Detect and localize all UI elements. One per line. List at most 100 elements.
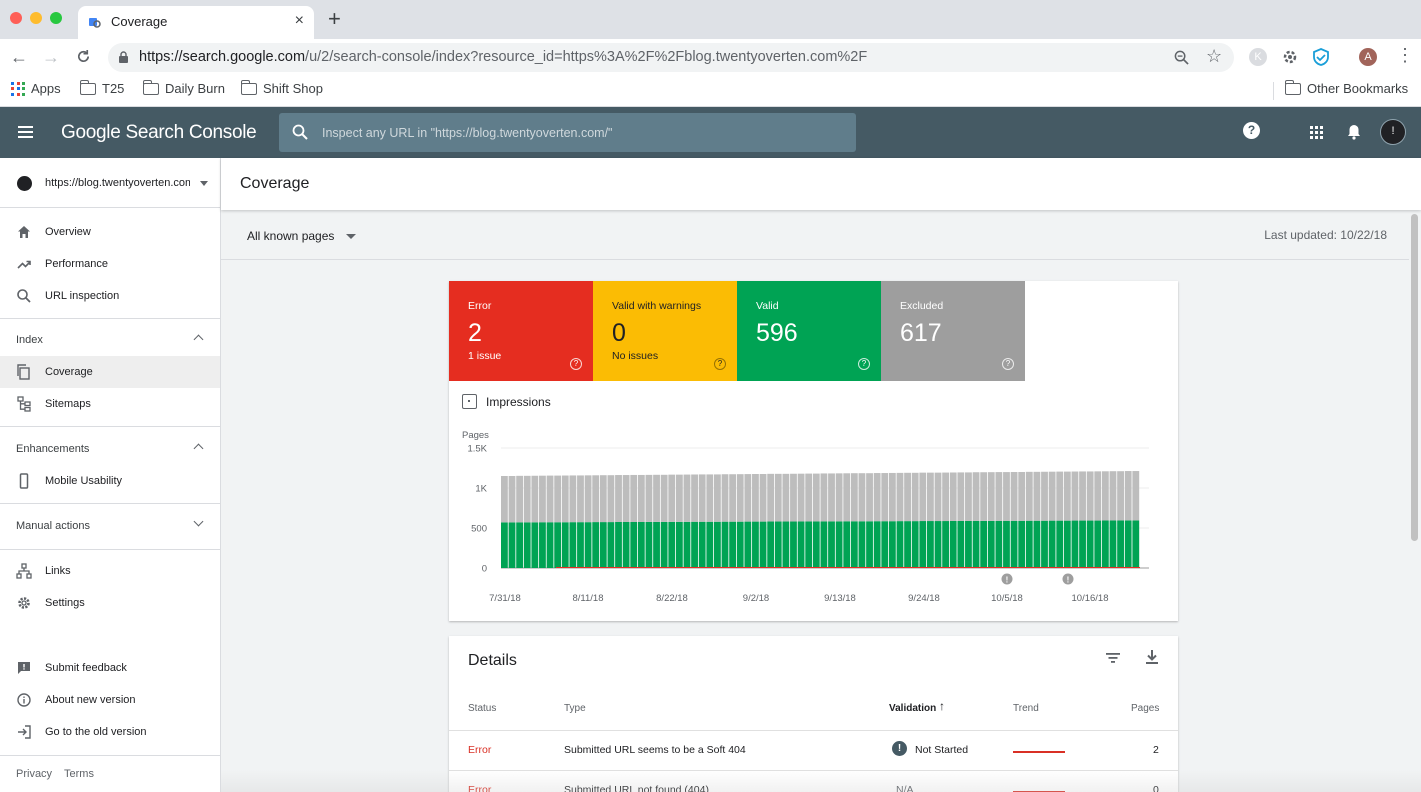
profile-avatar[interactable]: A — [1359, 48, 1377, 66]
bookmark-daily-burn[interactable]: Daily Burn — [142, 79, 225, 96]
url-inspect-search[interactable] — [279, 113, 856, 152]
bar-valid — [1124, 520, 1132, 568]
bar-excluded — [942, 472, 950, 522]
new-tab-button[interactable]: + — [328, 8, 341, 30]
reload-icon[interactable] — [76, 49, 91, 64]
sidebar-item-settings[interactable]: Settings — [0, 587, 220, 619]
tile-valid[interactable]: Valid 596 ? — [737, 281, 881, 381]
bar-valid — [622, 522, 630, 568]
back-icon[interactable]: ← — [10, 47, 28, 67]
column-header-pages[interactable]: Pages — [1131, 703, 1159, 714]
scrollbar-thumb[interactable] — [1411, 214, 1418, 541]
privacy-link[interactable]: Privacy — [16, 768, 52, 780]
zoom-icon[interactable] — [1174, 50, 1189, 65]
bar-valid — [987, 520, 995, 568]
bar-excluded — [691, 474, 698, 522]
sidebar-item-sitemaps[interactable]: Sitemaps — [0, 388, 220, 420]
divider — [0, 549, 220, 550]
window-minimize-button[interactable] — [30, 12, 42, 24]
trending-up-icon — [17, 260, 31, 269]
url-inspect-input[interactable] — [322, 113, 842, 152]
table-row[interactable]: Error Submitted URL seems to be a Soft 4… — [449, 730, 1178, 770]
browser-tab[interactable]: Coverage × — [78, 6, 314, 39]
browser-toolbar: ← → https://search.google.com/u/2/search… — [0, 39, 1421, 76]
sort-arrow-up-icon[interactable]: ↑ — [939, 699, 945, 713]
impressions-toggle[interactable]: Impressions — [462, 394, 551, 409]
help-icon[interactable]: ? — [1243, 122, 1260, 139]
menu-icon[interactable] — [18, 126, 33, 138]
sidebar-item-mobile-usability[interactable]: Mobile Usability — [0, 465, 220, 497]
column-header-type[interactable]: Type — [564, 703, 586, 714]
bar-valid — [539, 522, 546, 568]
bookmark-star-icon[interactable]: ☆ — [1206, 46, 1222, 67]
bookmark-apps[interactable]: Apps — [11, 81, 61, 96]
sidebar-item-old-version[interactable]: Go to the old version — [0, 716, 220, 748]
info-icon — [17, 693, 31, 707]
tab-close-icon[interactable]: × — [295, 12, 304, 30]
section-enhancements[interactable]: Enhancements — [0, 433, 220, 465]
terms-link[interactable]: Terms — [64, 768, 94, 780]
tile-error[interactable]: Error 2 1 issue ? — [449, 281, 593, 381]
tile-valid-with-warnings[interactable]: Valid with warnings 0 No issues ? — [593, 281, 737, 381]
help-circle-icon[interactable]: ? — [858, 358, 870, 370]
sidebar-item-links[interactable]: Links — [0, 555, 220, 587]
bookmark-shift-shop[interactable]: Shift Shop — [240, 79, 323, 96]
extension-gear-icon[interactable] — [1281, 48, 1299, 66]
browser-menu-icon[interactable]: ⋮ — [1396, 45, 1414, 65]
sidebar-item-url-inspection[interactable]: URL inspection — [0, 280, 220, 312]
extension-k-icon[interactable]: K — [1249, 48, 1267, 66]
apps-grid-icon — [11, 81, 25, 96]
bar-excluded — [805, 473, 813, 522]
search-console-favicon-icon — [89, 18, 101, 28]
bar-valid — [660, 521, 668, 568]
bar-valid — [949, 520, 957, 568]
product-logo[interactable]: Google Search Console — [61, 122, 257, 144]
coverage-chart-card: Error 2 1 issue ? Valid with warnings 0 … — [449, 281, 1178, 621]
sidebar-item-label: About new version — [45, 694, 136, 706]
bar-valid — [1018, 520, 1026, 568]
bar-valid — [554, 522, 562, 568]
account-avatar[interactable]: ! — [1380, 119, 1406, 145]
bookmark-t25[interactable]: T25 — [79, 79, 124, 96]
sidebar-item-performance[interactable]: Performance — [0, 248, 220, 280]
bar-excluded — [1056, 471, 1064, 521]
section-manual-actions[interactable]: Manual actions — [0, 510, 220, 542]
address-bar[interactable]: https://search.google.com/u/2/search-con… — [108, 43, 1234, 72]
section-label: Enhancements — [16, 443, 90, 455]
column-header-trend[interactable]: Trend — [1013, 703, 1039, 714]
help-circle-icon[interactable]: ? — [1002, 358, 1014, 370]
bar-valid — [942, 521, 950, 568]
bar-valid — [546, 522, 554, 568]
sidebar-item-label: Links — [45, 565, 71, 577]
column-header-validation[interactable]: Validation — [889, 703, 936, 714]
property-selector[interactable]: https://blog.twentyoverten.com/ — [0, 158, 220, 208]
annotation-marker-label: ! — [1067, 576, 1070, 585]
filter-icon[interactable] — [1105, 651, 1121, 665]
links-icon — [16, 563, 32, 579]
help-circle-icon[interactable]: ? — [570, 358, 582, 370]
window-zoom-button[interactable] — [50, 12, 62, 24]
help-circle-icon[interactable]: ? — [714, 358, 726, 370]
table-row[interactable]: Error Submitted URL not found (404) N/A … — [449, 770, 1178, 792]
sidebar-item-submit-feedback[interactable]: Submit feedback — [0, 652, 220, 684]
tab-title: Coverage — [111, 14, 168, 29]
pages-filter-dropdown[interactable]: All known pages — [247, 229, 357, 243]
other-bookmarks[interactable]: Other Bookmarks — [1284, 79, 1408, 96]
page-header: Coverage — [221, 158, 1421, 210]
bar-excluded — [949, 472, 957, 521]
property-favicon-icon — [17, 176, 32, 191]
sidebar-item-coverage[interactable]: Coverage — [0, 356, 220, 388]
extension-shield-icon[interactable] — [1312, 48, 1330, 66]
google-apps-icon[interactable] — [1310, 126, 1323, 139]
tile-excluded[interactable]: Excluded 617 ? — [881, 281, 1025, 381]
section-index[interactable]: Index — [0, 324, 220, 356]
impressions-checkbox[interactable] — [462, 394, 477, 409]
forward-icon[interactable]: → — [42, 47, 60, 67]
bar-valid — [1086, 520, 1094, 568]
sidebar-item-about-new-version[interactable]: About new version — [0, 684, 220, 716]
sidebar-item-overview[interactable]: Overview — [0, 216, 220, 248]
column-header-status[interactable]: Status — [468, 703, 496, 714]
window-close-button[interactable] — [10, 12, 22, 24]
notifications-bell-icon[interactable] — [1347, 124, 1361, 140]
download-icon[interactable] — [1145, 649, 1159, 665]
